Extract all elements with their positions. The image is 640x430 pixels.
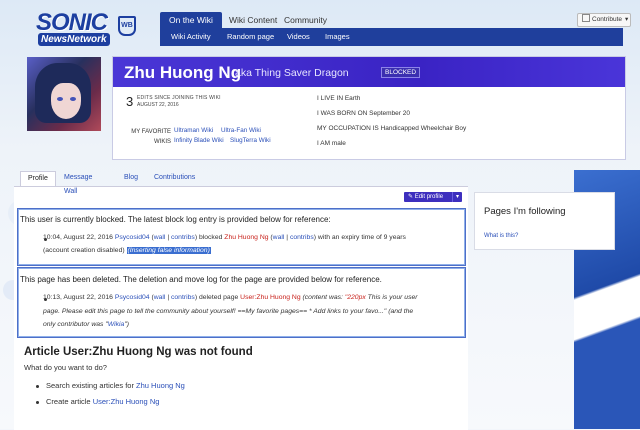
create-suggestion: Create article User:Zhu Huong Ng	[46, 397, 160, 406]
contributor-link[interactable]: Wikia	[108, 321, 125, 328]
masthead-header: Zhu Huong Ng aka Thing Saver Dragon BLOC…	[113, 57, 625, 87]
deletion-notice: This page has been deleted. The deletion…	[17, 267, 466, 338]
pages-following-module: Pages I'm following What is this?	[474, 192, 615, 250]
user-name: Zhu Huong Ng	[124, 63, 242, 82]
bullet	[36, 385, 39, 388]
favorite-wiki-link[interactable]: Ultra-Fan Wiki	[221, 127, 261, 134]
join-date: AUGUST 22, 2016	[137, 102, 179, 108]
fact-gender: I AM male	[317, 140, 346, 147]
rail-title: Pages I'm following	[484, 206, 566, 217]
logo-subtext: NewsNetwork	[38, 33, 110, 46]
subnav-random-page[interactable]: Random page	[227, 28, 274, 46]
deleted-page-link[interactable]: User:Zhu Huong Ng	[240, 294, 300, 301]
tab-profile[interactable]: Profile	[20, 171, 56, 186]
contribs-link[interactable]: contribs	[171, 234, 195, 241]
deletion-log-contributor: only contributor was "Wikia")	[43, 321, 129, 328]
deletion-notice-text: This page has been deleted. The deletion…	[20, 275, 382, 284]
tab-on-the-wiki[interactable]: On the Wiki	[160, 12, 222, 28]
wall-link[interactable]: wall	[154, 234, 166, 241]
wiki-navigation: On the Wiki Wiki Content Community Wiki …	[160, 12, 623, 46]
deletion-log-content: page. Please edit this page to tell the …	[43, 308, 414, 315]
avatar[interactable]	[27, 57, 101, 131]
subnav-bar: Wiki Activity Random page Videos Images	[160, 28, 623, 46]
bullet	[36, 401, 39, 404]
chevron-down-icon[interactable]: ▾	[452, 192, 462, 202]
wall-link[interactable]: wall	[154, 294, 166, 301]
block-log-entry: 10:04, August 22, 2016 Psycosid04 (wall …	[43, 234, 406, 241]
actor-link[interactable]: Psycosid04	[115, 234, 150, 241]
fact-birthday: I WAS BORN ON September 20	[317, 110, 410, 117]
tab-contributions[interactable]: Contributions	[147, 171, 202, 185]
block-notice-text: This user is currently blocked. The late…	[20, 215, 331, 224]
wall-link[interactable]: wall	[273, 234, 285, 241]
target-link[interactable]: Zhu Huong Ng	[224, 234, 268, 241]
what-is-this-link[interactable]: What is this?	[484, 233, 518, 239]
block-notice: This user is currently blocked. The late…	[17, 208, 466, 266]
not-found-question: What do you want to do?	[24, 363, 107, 372]
tab-blog[interactable]: Blog	[117, 171, 145, 185]
tab-message-wall[interactable]: Message Wall	[57, 171, 99, 195]
tab-community[interactable]: Community	[275, 12, 336, 28]
subnav-wiki-activity[interactable]: Wiki Activity	[171, 28, 211, 46]
blocked-badge: BLOCKED	[381, 67, 421, 78]
favorite-wiki-link[interactable]: Infinity Blade Wiki	[174, 137, 224, 144]
edit-count-label: EDITS SINCE JOINING THIS WIKI	[137, 95, 221, 101]
favorite-wiki-link[interactable]: SlugTerra Wiki	[230, 137, 271, 144]
contribute-label: Contribute	[592, 16, 622, 23]
user-aka: aka Thing Saver Dragon	[235, 67, 349, 79]
pencil-icon	[582, 14, 590, 22]
actor-link[interactable]: Psycosid04	[115, 294, 150, 301]
wb-shield-icon: WB	[118, 16, 136, 36]
fact-location: I LIVE IN Earth	[317, 95, 361, 102]
chevron-down-icon: ▾	[625, 16, 629, 23]
subnav-images[interactable]: Images	[325, 28, 350, 46]
contribs-link[interactable]: contribs	[171, 294, 195, 301]
edit-profile-button[interactable]: ✎ Edit profile ▾	[404, 192, 462, 202]
deletion-log-entry: 10:13, August 22, 2016 Psycosid04 (wall …	[43, 294, 418, 301]
fact-occupation: MY OCCUPATION IS Handicapped Wheelchair …	[317, 125, 467, 132]
create-link[interactable]: User:Zhu Huong Ng	[93, 397, 160, 406]
favorite-wikis-label: MY FAVORITE WIKIS	[131, 129, 171, 145]
user-masthead: Zhu Huong Ng aka Thing Saver Dragon BLOC…	[112, 56, 626, 160]
block-log-detail: (account creation disabled) (Inserting f…	[43, 247, 211, 254]
search-link[interactable]: Zhu Huong Ng	[136, 381, 185, 390]
search-suggestion: Search existing articles for Zhu Huong N…	[46, 381, 185, 390]
subnav-videos[interactable]: Videos	[287, 28, 310, 46]
not-found-heading: Article User:Zhu Huong Ng was not found	[24, 346, 253, 358]
contribs-link[interactable]: contribs	[290, 234, 314, 241]
pencil-icon: ✎	[408, 194, 414, 200]
contribute-button[interactable]: Contribute ▾	[577, 13, 631, 27]
favorite-wiki-link[interactable]: Ultraman Wiki	[174, 127, 213, 134]
block-reason[interactable]: (Inserting false information)	[126, 247, 211, 254]
edit-count: 3	[126, 94, 134, 109]
edit-profile-label: Edit profile	[414, 194, 444, 200]
